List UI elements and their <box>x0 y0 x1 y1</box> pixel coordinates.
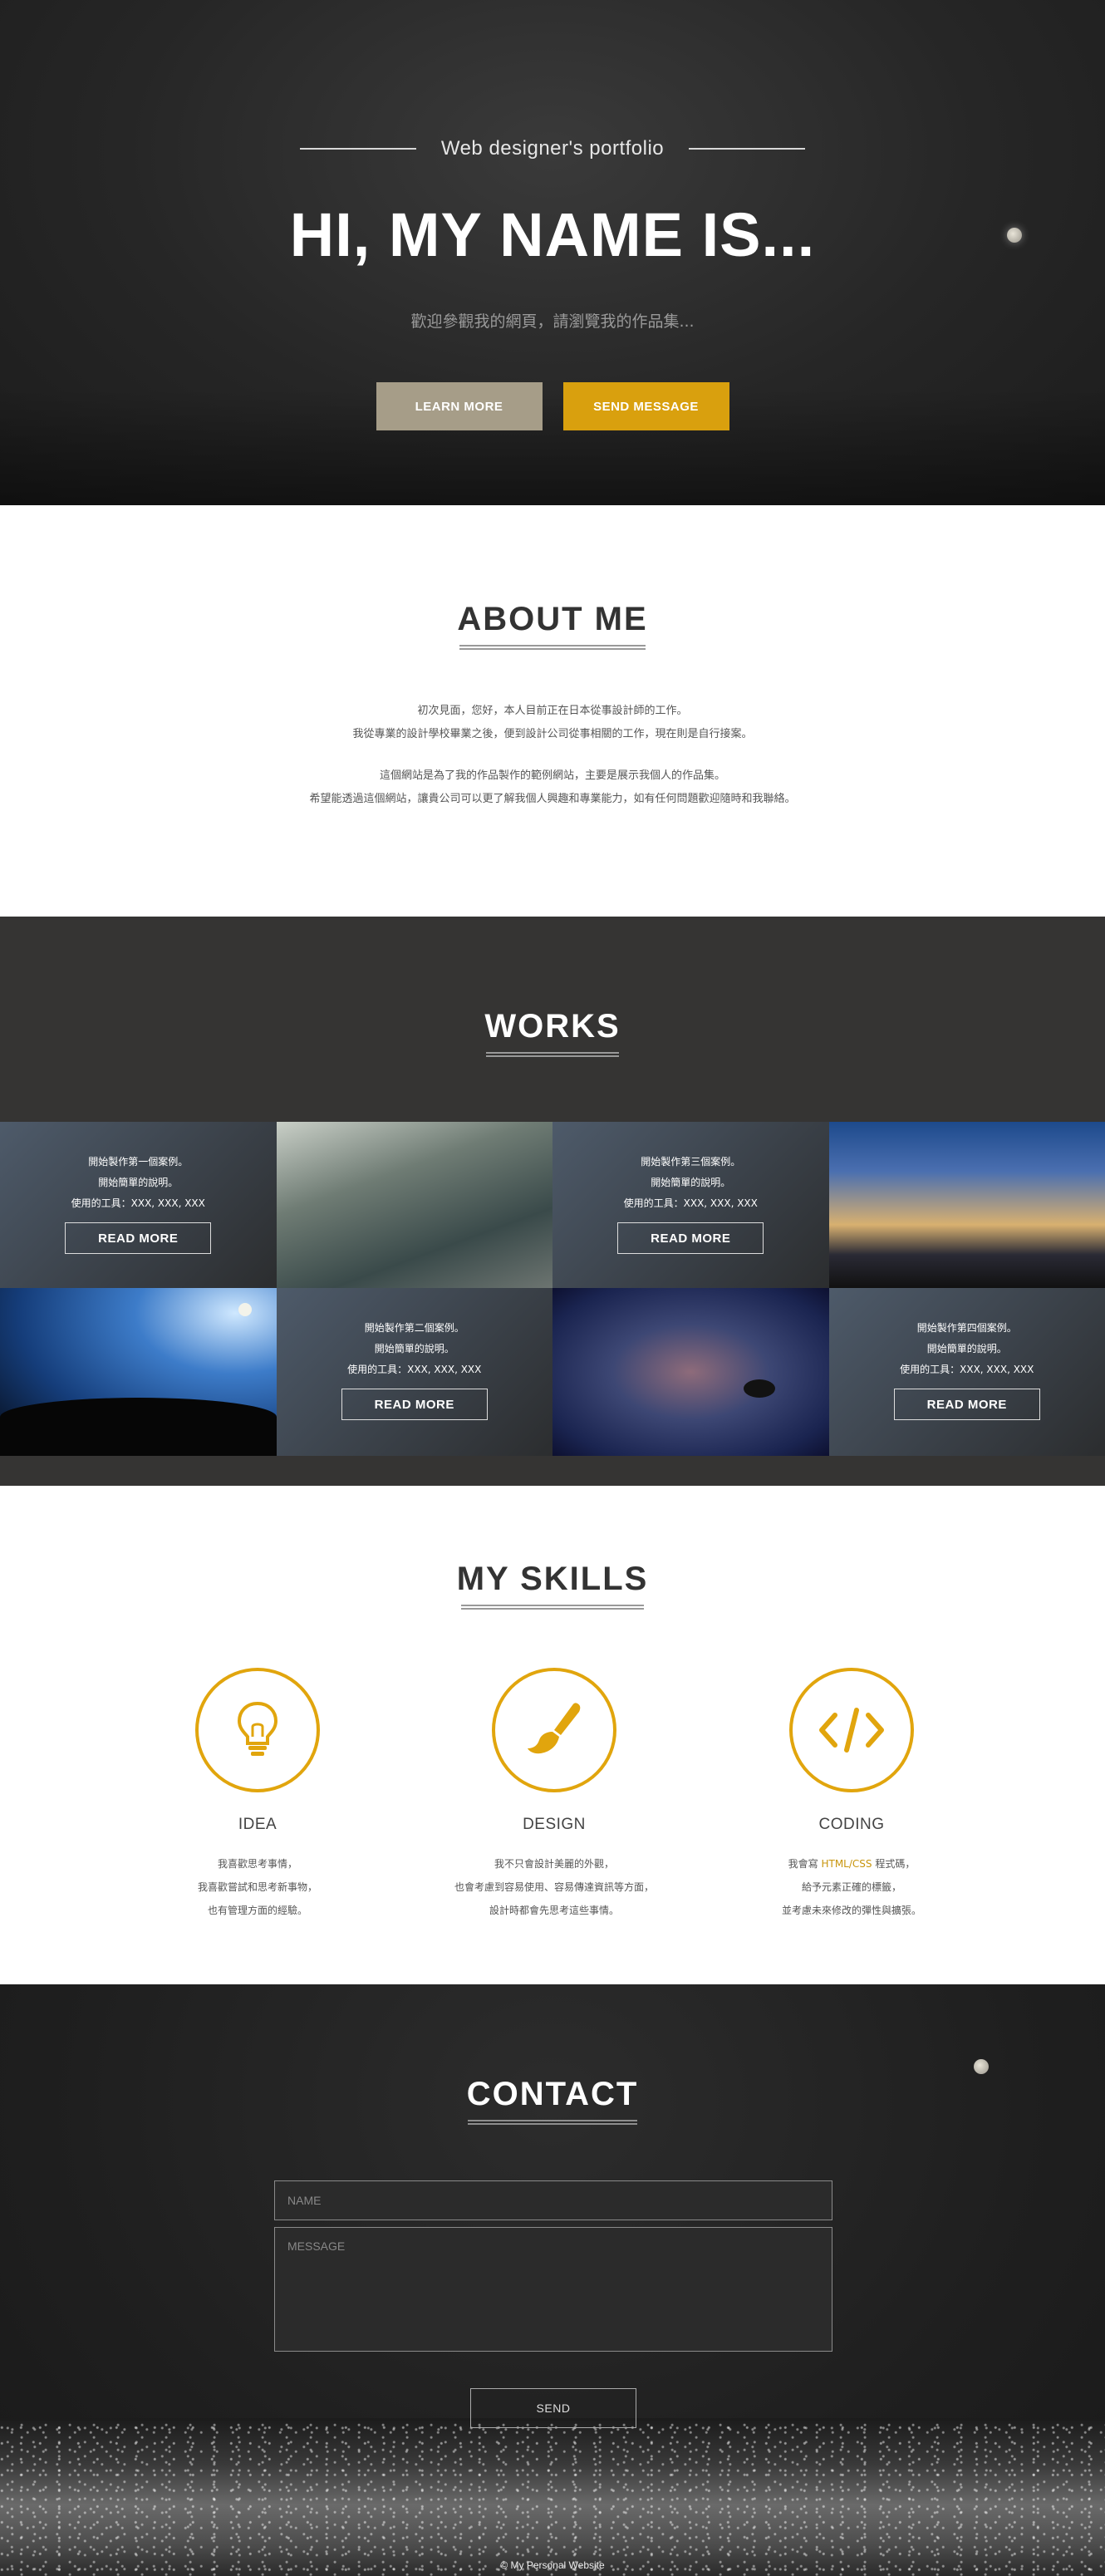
skill-name: IDEA <box>238 1816 277 1833</box>
hero-buttons: LEARN MORE SEND MESSAGE <box>0 382 1105 430</box>
skill-description: 我喜歡思考事情， 我喜歡嘗試和思考新事物， 也有管理方面的經驗。 <box>133 1852 382 1922</box>
moon-image <box>974 2059 989 2074</box>
work-card-4: 開始製作第四個案例。 開始簡單的說明。 使用的工具：XXX, XXX, XXX … <box>828 1288 1105 1456</box>
skill-description: 我會寫 HTML/CSS 程式碼， 給予元素正確的標籤， 並考慮未來修改的彈性與… <box>727 1852 976 1922</box>
hero-subtitle-row: Web designer's portfolio <box>0 137 1105 160</box>
skill-name: CODING <box>818 1816 885 1833</box>
learn-more-button[interactable]: LEARN MORE <box>376 382 543 430</box>
work-line: 使用的工具：XXX, XXX, XXX <box>347 1364 482 1375</box>
work-line: 使用的工具：XXX, XXX, XXX <box>900 1364 1034 1375</box>
skills-title: MY SKILLS <box>456 1561 649 1597</box>
skill-design: DESIGN 我不只會設計美麗的外觀， 也會考慮到容易使用、容易傳達資訊等方面，… <box>430 1668 679 1922</box>
title-underline <box>459 645 646 650</box>
hero-description: 歡迎參觀我的網頁，請瀏覽我的作品集... <box>410 312 695 331</box>
skill-idea: IDEA 我喜歡思考事情， 我喜歡嘗試和思考新事物， 也有管理方面的經驗。 <box>133 1668 382 1922</box>
skill-name: DESIGN <box>523 1816 586 1833</box>
skill-line: 也會考慮到容易使用、容易傳達資訊等方面， <box>454 1881 654 1893</box>
skills-row: IDEA 我喜歡思考事情， 我喜歡嘗試和思考新事物， 也有管理方面的經驗。 DE… <box>0 1610 1105 1942</box>
skills-section: MY SKILLS IDEA 我喜歡思考事情， 我喜歡嘗試和思考新事物， 也有管… <box>0 1486 1105 1984</box>
duck-silhouette <box>744 1379 775 1398</box>
work-line: 開始製作第三個案例。 <box>641 1156 741 1168</box>
read-more-button[interactable]: READ MORE <box>617 1222 764 1254</box>
contact-title: CONTACT <box>466 2076 639 2112</box>
skill-coding: CODING 我會寫 HTML/CSS 程式碼， 給予元素正確的標籤， 並考慮未… <box>727 1668 976 1922</box>
work-line: 開始製作第二個案例。 <box>364 1322 464 1334</box>
contact-form: SEND <box>274 2180 832 2428</box>
work-line: 使用的工具：XXX, XXX, XXX <box>71 1197 205 1209</box>
title-underline <box>486 1052 619 1057</box>
about-line: 我從專業的設計學校畢業之後，便到設計公司從事相關的工作，現在則是自行接案。 <box>352 728 753 740</box>
work-card-3: 開始製作第三個案例。 開始簡單的說明。 使用的工具：XXX, XXX, XXX … <box>552 1122 829 1288</box>
read-more-button[interactable]: READ MORE <box>341 1389 488 1420</box>
skill-line: 也有管理方面的經驗。 <box>207 1905 307 1916</box>
skill-line: 我會寫 HTML/CSS 程式碼， <box>727 1852 976 1875</box>
skill-circle <box>789 1668 914 1792</box>
work-image-night-tree[interactable] <box>0 1288 277 1456</box>
about-paragraph-1: 初次見面，您好，本人目前正在日本從事設計師的工作。 我從專業的設計學校畢業之後，… <box>0 700 1105 746</box>
about-title: ABOUT ME <box>457 601 648 637</box>
skill-description: 我不只會設計美麗的外觀， 也會考慮到容易使用、容易傳達資訊等方面， 設計時都會先… <box>430 1852 679 1922</box>
work-image-sunset[interactable] <box>828 1122 1105 1288</box>
read-more-button[interactable]: READ MORE <box>65 1222 212 1254</box>
lightbulb-icon <box>237 1701 278 1756</box>
work-card-2: 開始製作第二個案例。 開始簡單的說明。 使用的工具：XXX, XXX, XXX … <box>276 1288 552 1456</box>
skill-circle <box>195 1668 320 1792</box>
skill-text: 我會寫 <box>788 1858 822 1870</box>
name-input[interactable] <box>274 2180 832 2220</box>
read-more-button[interactable]: READ MORE <box>893 1389 1040 1420</box>
skill-line: 我喜歡思考事情， <box>217 1858 297 1870</box>
hero-section: Web designer's portfolio HI, MY NAME IS.… <box>0 0 1105 505</box>
works-section: WORKS 開始製作第一個案例。 開始簡單的說明。 使用的工具：XXX, XXX… <box>0 917 1105 1486</box>
skill-highlight: HTML/CSS <box>821 1858 872 1870</box>
skill-line: 給予元素正確的標籤， <box>801 1881 901 1893</box>
divider-line <box>689 148 806 150</box>
about-text: 初次見面，您好，本人目前正在日本從事設計師的工作。 我從專業的設計學校畢業之後，… <box>0 700 1105 811</box>
paintbrush-icon <box>528 1703 581 1754</box>
hero-subtitle: Web designer's portfolio <box>440 137 665 160</box>
divider-line <box>299 148 416 150</box>
work-line: 開始製作第一個案例。 <box>88 1156 189 1168</box>
skill-circle <box>492 1668 616 1792</box>
send-button[interactable]: SEND <box>470 2388 636 2428</box>
work-line: 開始製作第四個案例。 <box>916 1322 1017 1334</box>
work-line: 開始簡單的說明。 <box>926 1343 1007 1354</box>
about-line: 初次見面，您好，本人目前正在日本從事設計師的工作。 <box>417 705 688 717</box>
work-line: 開始簡單的說明。 <box>651 1177 731 1188</box>
about-paragraph-2: 這個網站是為了我的作品製作的範例網站，主要是展示我個人的作品集。 希望能透過這個… <box>0 764 1105 811</box>
skill-line: 設計時都會先思考這些事情。 <box>489 1905 619 1916</box>
work-line: 開始簡單的說明。 <box>374 1343 454 1354</box>
hero-title: HI, MY NAME IS... <box>289 200 816 269</box>
work-card-1: 開始製作第一個案例。 開始簡單的說明。 使用的工具：XXX, XXX, XXX … <box>0 1122 277 1288</box>
contact-section: CONTACT SEND © My Personal Website <box>0 1984 1105 2576</box>
about-line: 希望能透過這個網站，讓貴公司可以更了解我個人興趣和專業能力，如有任何問題歡迎隨時… <box>309 793 796 805</box>
code-icon <box>819 1708 884 1753</box>
city-lights-background <box>0 2418 1105 2576</box>
about-section: ABOUT ME 初次見面，您好，本人目前正在日本從事設計師的工作。 我從專業的… <box>0 505 1105 917</box>
works-title: WORKS <box>484 1008 621 1045</box>
works-grid: 開始製作第一個案例。 開始簡單的說明。 使用的工具：XXX, XXX, XXX … <box>0 1122 1105 1456</box>
skill-text: 程式碼， <box>872 1858 916 1870</box>
skill-line: 我不只會設計美麗的外觀， <box>494 1858 614 1870</box>
work-line: 使用的工具：XXX, XXX, XXX <box>623 1197 758 1209</box>
title-underline <box>468 2120 637 2125</box>
work-line: 開始簡單的說明。 <box>98 1177 179 1188</box>
moon-image <box>238 1303 252 1316</box>
skill-line: 並考慮未來修改的彈性與擴張。 <box>781 1905 921 1916</box>
about-line: 這個網站是為了我的作品製作的範例網站，主要是展示我個人的作品集。 <box>379 769 725 782</box>
work-image-city[interactable] <box>276 1122 552 1288</box>
message-textarea[interactable] <box>274 2227 832 2352</box>
skill-line: 我喜歡嘗試和思考新事物， <box>197 1881 317 1893</box>
send-message-button[interactable]: SEND MESSAGE <box>562 382 729 430</box>
hill-silhouette <box>0 1398 277 1456</box>
work-image-reflection[interactable] <box>552 1288 829 1456</box>
footer-copyright: © My Personal Website <box>500 2559 605 2571</box>
